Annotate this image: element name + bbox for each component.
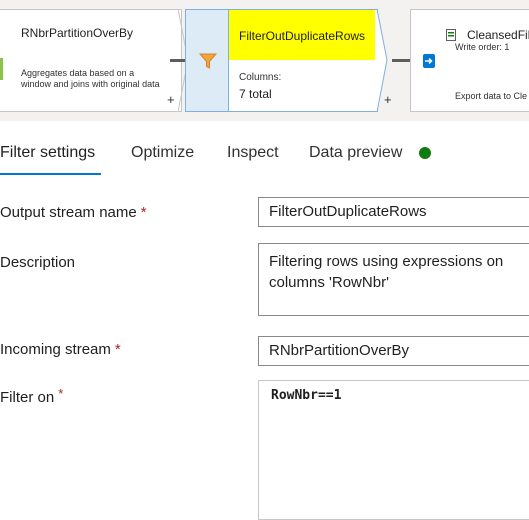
filter-transform-icon-box[interactable] [185, 9, 231, 112]
columns-label: Columns: [239, 72, 282, 83]
data-flow-canvas: RNbrPartitionOverBy Aggregates data base… [0, 0, 529, 121]
write-order: Write order: 1 [455, 42, 510, 52]
dataset-file-icon [446, 29, 456, 41]
output-stream-name-input[interactable]: FilterOutDuplicateRows [258, 197, 529, 227]
add-transform-button[interactable]: + [384, 92, 392, 107]
required-marker: * [58, 386, 64, 401]
required-marker: * [140, 204, 147, 221]
node-title: FilterOutDuplicateRows [239, 29, 366, 43]
node-title: RNbrPartitionOverBy [21, 26, 134, 40]
incoming-stream-select[interactable]: RNbrPartitionOverBy [258, 336, 529, 366]
label-text: Incoming stream [0, 341, 111, 358]
filter-funnel-icon [198, 53, 218, 69]
tab-filter-settings[interactable]: Filter settings [0, 144, 95, 162]
columns-value: 7 total [239, 87, 272, 101]
settings-tabs: Filter settings Optimize Inspect Data pr… [0, 140, 529, 176]
label-text: Filter on [0, 389, 55, 406]
sink-database-icon [422, 53, 435, 68]
node-cleansed-file[interactable]: CleansedFil Write order: 1 Export data t… [446, 9, 529, 112]
node-description: Aggregates data based on a window and jo… [21, 68, 160, 89]
label-text: Output stream name [0, 204, 137, 221]
node-filter-out-duplicate-rows[interactable]: FilterOutDuplicateRows Columns: 7 total [228, 9, 378, 112]
tab-inspect[interactable]: Inspect [227, 144, 279, 162]
flow-line [170, 59, 186, 62]
node-description: Export data to Cle [455, 91, 528, 101]
tab-data-preview[interactable]: Data preview [309, 144, 402, 162]
required-marker: * [114, 341, 121, 358]
output-stream-name-label: Output stream name * [0, 204, 147, 221]
sink-icon-box[interactable] [410, 9, 446, 112]
description-textarea[interactable]: Filtering rows using expressions on colu… [258, 243, 529, 316]
node-title: CleansedFil [467, 28, 529, 42]
description-label: Description [0, 254, 76, 271]
incoming-stream-label: Incoming stream * [0, 341, 121, 358]
filter-on-label: Filter on * [0, 386, 63, 406]
filter-expression-editor[interactable]: RowNbr==1 [258, 380, 529, 520]
flow-line [392, 59, 412, 62]
tab-optimize[interactable]: Optimize [131, 144, 194, 162]
data-preview-status-dot [419, 147, 431, 159]
node-connector-tab [0, 58, 3, 80]
node-rnbr-partition-over-by[interactable]: RNbrPartitionOverBy Aggregates data base… [0, 9, 182, 112]
active-tab-indicator [0, 173, 101, 175]
add-transform-button[interactable]: + [167, 92, 175, 107]
